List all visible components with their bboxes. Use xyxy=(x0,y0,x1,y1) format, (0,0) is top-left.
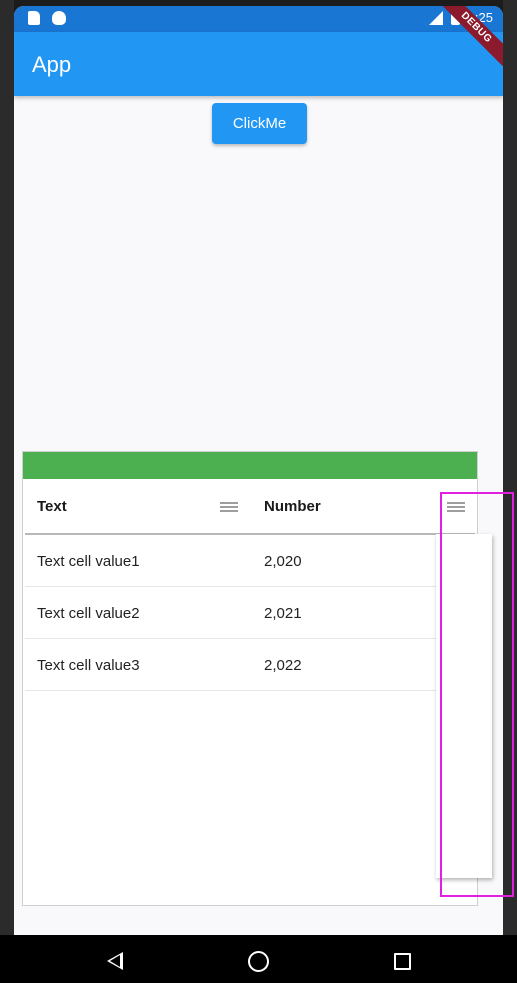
data-grid: Text Number Text cell value1 2,020 Text … xyxy=(22,451,478,906)
cell-text[interactable]: Text cell value2 xyxy=(37,587,140,639)
grid-header-row: Text Number xyxy=(25,480,475,535)
table-row[interactable]: Text cell value2 2,021 xyxy=(25,587,475,639)
navigation-bar xyxy=(0,935,517,983)
column-header-text[interactable]: Text xyxy=(37,480,237,533)
cell-text[interactable]: Text cell value1 xyxy=(37,535,140,587)
home-icon[interactable] xyxy=(248,951,269,972)
highlight-annotation xyxy=(440,492,514,897)
app-bar: App xyxy=(14,32,503,96)
table-row[interactable]: Text cell value1 2,020 xyxy=(25,535,475,587)
grid-body: Text Number Text cell value1 2,020 Text … xyxy=(25,480,475,905)
back-icon[interactable] xyxy=(107,952,123,970)
cell-number[interactable]: 2,020 xyxy=(264,535,302,587)
grid-toolbar xyxy=(23,452,477,479)
click-me-button[interactable]: ClickMe xyxy=(212,103,307,144)
status-bar: 1:25 xyxy=(14,6,503,32)
cell-number[interactable]: 2,021 xyxy=(264,587,302,639)
cell-number[interactable]: 2,022 xyxy=(264,639,302,691)
column-header-number[interactable]: Number xyxy=(264,480,444,533)
cell-text[interactable]: Text cell value3 xyxy=(37,639,140,691)
device-frame-left xyxy=(0,0,14,983)
menu-icon[interactable] xyxy=(220,502,238,512)
signal-icon xyxy=(428,10,443,25)
android-debug-icon xyxy=(52,11,66,25)
recent-apps-icon[interactable] xyxy=(394,953,411,970)
table-row[interactable]: Text cell value3 2,022 xyxy=(25,639,475,691)
app-title: App xyxy=(32,52,72,77)
sd-card-icon xyxy=(28,11,40,25)
